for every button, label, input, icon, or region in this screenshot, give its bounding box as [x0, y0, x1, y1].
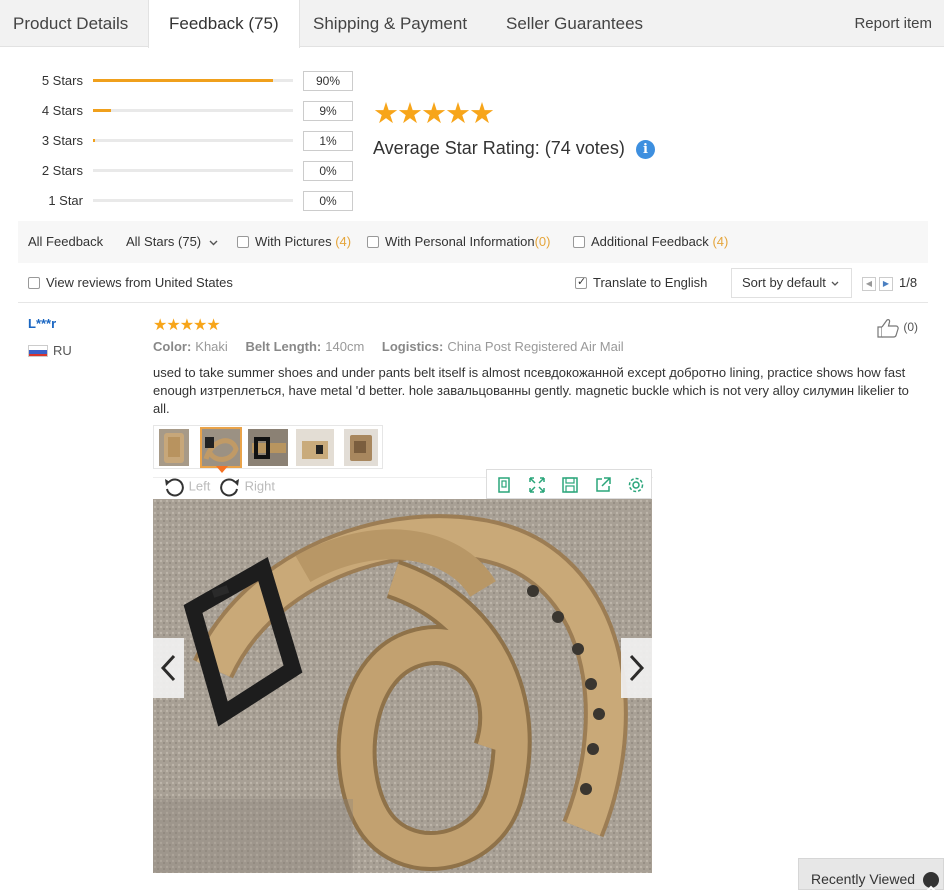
rating-label: 1 Star	[48, 193, 83, 208]
with-pictures-count: (4)	[335, 234, 352, 249]
with-pictures-label[interactable]: With Pictures (4)	[255, 221, 351, 263]
reviewer-name[interactable]: L***r	[28, 316, 56, 331]
tab-bar: Product Details Feedback (75) Shipping &…	[0, 0, 944, 48]
tab-seller-guarantees[interactable]: Seller Guarantees	[493, 0, 656, 47]
rating-bar	[93, 169, 293, 172]
rotate-left-button[interactable]: Left	[163, 477, 210, 497]
rating-label: 5 Stars	[41, 73, 83, 88]
additional-feedback-label[interactable]: Additional Feedback (4)	[591, 221, 728, 263]
rating-bar-fill	[93, 109, 111, 112]
rating-bar	[93, 79, 293, 82]
with-personal-info-count: (0)	[534, 234, 551, 249]
rating-bar	[93, 199, 293, 202]
photo-thumbnail[interactable]	[159, 429, 189, 466]
rating-percent: 9%	[303, 101, 353, 121]
info-icon[interactable]: i	[636, 140, 655, 159]
rating-label: 3 Stars	[41, 133, 83, 148]
rating-label: 2 Stars	[41, 163, 83, 178]
sort-dropdown[interactable]: Sort by default	[731, 268, 852, 298]
rotate-left-icon	[165, 478, 184, 497]
with-personal-info-checkbox[interactable]	[367, 236, 379, 248]
tab-shipping-payment[interactable]: Shipping & Payment	[300, 0, 480, 47]
color-label: Color:	[153, 339, 192, 354]
belt-length-value: 140cm	[325, 339, 365, 354]
all-stars-label: All Stars (75)	[126, 234, 202, 249]
with-personal-info-text: With Personal Information	[385, 234, 535, 249]
photo-thumbnail[interactable]	[248, 429, 288, 466]
review-attributes: Color: Khaki Belt Length: 140cm Logistics:…	[153, 339, 638, 354]
photo-thumbnail-selected[interactable]	[200, 427, 242, 468]
additional-feedback-checkbox[interactable]	[573, 236, 585, 248]
rating-bar-fill	[93, 79, 273, 82]
additional-feedback-count: (4)	[712, 234, 729, 249]
selected-thumbnail-caret	[216, 466, 228, 473]
save-icon[interactable]	[561, 476, 579, 494]
prev-photo-button[interactable]	[153, 638, 184, 698]
chevron-up-icon	[923, 872, 939, 890]
rotate-right-icon	[220, 478, 239, 497]
feedback-filter-bar: All Feedback All Stars (75) With Picture…	[18, 221, 928, 263]
logistics-value: China Post Registered Air Mail	[447, 339, 624, 354]
vote-count: (74 votes)	[544, 138, 625, 158]
settings-gear-icon[interactable]	[627, 476, 645, 494]
reviewer-country: RU	[53, 343, 72, 358]
rating-label: 4 Stars	[41, 103, 83, 118]
rating-percent: 90%	[303, 71, 353, 91]
review-text: used to take summer shoes and under pant…	[153, 365, 909, 416]
next-photo-button[interactable]	[621, 638, 652, 698]
helpful-button[interactable]: (0)	[876, 318, 918, 338]
view-us-reviews-label[interactable]: View reviews from United States	[46, 275, 233, 290]
share-icon[interactable]	[594, 476, 612, 494]
tab-feedback[interactable]: Feedback (75)	[148, 0, 300, 48]
russia-flag-icon	[28, 345, 48, 357]
rating-percent: 0%	[303, 191, 353, 211]
recently-viewed-label: Recently Viewed	[811, 871, 916, 887]
photo-tools	[486, 469, 652, 499]
all-stars-dropdown[interactable]: All Stars (75)	[126, 221, 218, 263]
rating-bar	[93, 139, 293, 142]
thumbs-up-icon	[877, 319, 899, 338]
review-star-icons: ★★★★★	[153, 317, 221, 334]
rating-percent: 1%	[303, 131, 353, 151]
sort-label: Sort by default	[742, 275, 826, 290]
view-us-reviews-checkbox[interactable]	[28, 277, 40, 289]
rotate-right-label: Right	[244, 478, 275, 494]
color-value: Khaki	[195, 339, 228, 354]
prev-page-button[interactable]: ◀	[862, 277, 876, 291]
rotate-right-button[interactable]: Right	[219, 477, 275, 497]
divider	[18, 302, 928, 303]
next-page-button[interactable]: ▶	[879, 277, 893, 291]
translate-checkbox[interactable]	[575, 275, 587, 289]
additional-feedback-text: Additional Feedback	[591, 234, 709, 249]
translate-label[interactable]: Translate to English	[593, 275, 707, 290]
with-pictures-text: With Pictures	[255, 234, 332, 249]
original-size-icon[interactable]	[495, 476, 513, 494]
review-photo-thumbnails	[153, 425, 383, 469]
with-pictures-checkbox[interactable]	[237, 236, 249, 248]
chevron-right-icon	[629, 654, 645, 682]
belt-length-label: Belt Length:	[245, 339, 322, 354]
report-item-link[interactable]: Report item	[854, 0, 932, 47]
chevron-down-icon	[209, 240, 218, 246]
photo-thumbnail[interactable]	[344, 429, 378, 466]
logistics-label: Logistics:	[381, 339, 444, 354]
review-photo-large[interactable]	[153, 499, 652, 873]
all-feedback-filter[interactable]: All Feedback	[28, 221, 103, 263]
rating-bar	[93, 109, 293, 112]
rating-bar-fill	[93, 139, 95, 142]
average-star-icons: ★★★★★	[373, 98, 495, 130]
tab-product-details[interactable]: Product Details	[0, 0, 141, 47]
with-personal-info-label[interactable]: With Personal Information(0)	[385, 221, 550, 263]
average-rating-text: Average Star Rating: (74 votes)	[373, 138, 625, 159]
helpful-count: (0)	[903, 320, 919, 335]
rating-percent: 0%	[303, 161, 353, 181]
recently-viewed-panel[interactable]: Recently Viewed	[798, 858, 944, 890]
fullscreen-icon[interactable]	[528, 476, 546, 494]
average-rating-label: Average Star Rating:	[373, 138, 540, 158]
photo-thumbnail[interactable]	[296, 429, 334, 466]
page-indicator: 1/8	[899, 275, 918, 290]
chevron-down-icon	[831, 281, 839, 286]
rotate-left-label: Left	[188, 478, 211, 494]
chevron-left-icon	[160, 654, 176, 682]
